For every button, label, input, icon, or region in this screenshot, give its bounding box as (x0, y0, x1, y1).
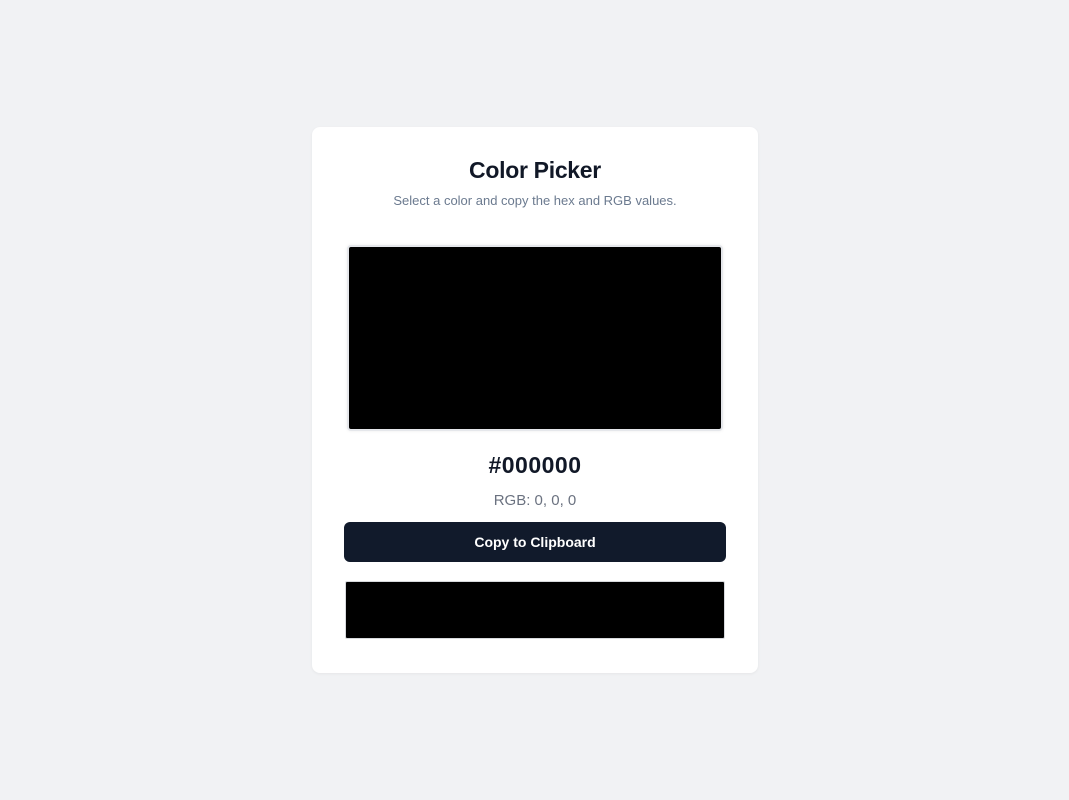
color-input-field[interactable] (345, 581, 725, 639)
page-subtitle: Select a color and copy the hex and RGB … (393, 193, 677, 208)
color-picker-card: Color Picker Select a color and copy the… (312, 127, 758, 673)
color-preview-swatch[interactable] (347, 245, 723, 431)
hex-value: #000000 (488, 452, 582, 478)
page-title: Color Picker (469, 157, 601, 183)
copy-to-clipboard-button[interactable]: Copy to Clipboard (344, 522, 726, 562)
rgb-value: RGB: 0, 0, 0 (493, 492, 577, 509)
